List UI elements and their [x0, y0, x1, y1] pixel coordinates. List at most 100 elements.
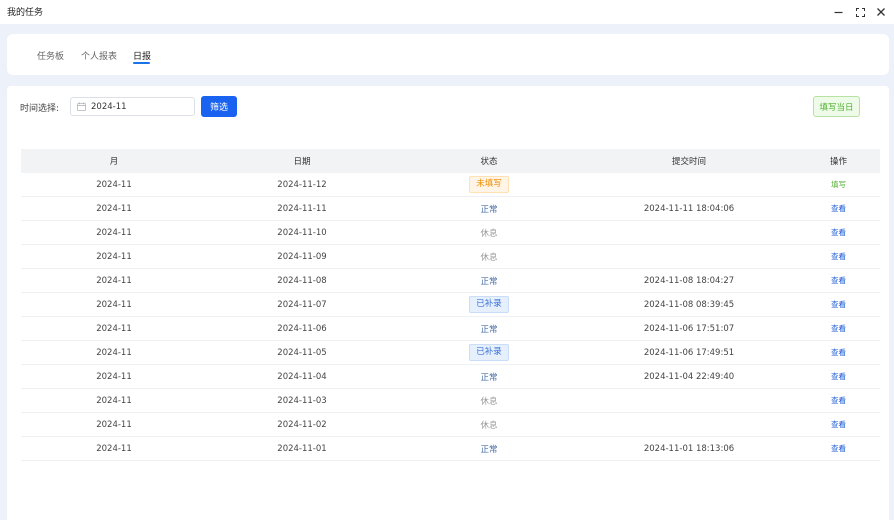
cell-month-text: 2024-11 — [96, 419, 132, 430]
cell-month: 2024-11 — [21, 396, 207, 406]
tab-daily-report[interactable]: 日报 — [133, 49, 151, 62]
cell-status: 正常 — [397, 203, 581, 215]
status-badge: 休息 — [480, 252, 498, 263]
tab-task-board[interactable]: 任务板 — [37, 49, 64, 62]
cell-month: 2024-11 — [21, 180, 207, 190]
cell-submit-time-text: 2024-11-06 17:49:51 — [643, 347, 735, 358]
cell-submit-time-text: 2024-11-08 08:39:45 — [643, 299, 735, 310]
cell-month: 2024-11 — [21, 204, 207, 214]
cell-status: 正常 — [397, 443, 581, 455]
cell-date: 2024-11-04 — [207, 372, 397, 382]
app-window: 我的任务 任务板 个人报表 日报 时间选择: 2024-11 筛选 填写当日 月… — [0, 0, 894, 520]
status-badge: 正常 — [480, 324, 498, 335]
cell-date-text: 2024-11-03 — [277, 395, 327, 406]
view-link[interactable]: 查看 — [831, 347, 846, 358]
cell-date: 2024-11-02 — [207, 420, 397, 430]
view-link[interactable]: 查看 — [831, 323, 846, 334]
cell-submit-time: 2024-11-04 22:49:40 — [581, 372, 797, 382]
cell-month: 2024-11 — [21, 324, 207, 334]
close-button[interactable] — [873, 4, 889, 20]
status-badge: 正常 — [480, 204, 498, 215]
cell-status: 休息 — [397, 251, 581, 263]
cell-month-text: 2024-11 — [96, 179, 132, 190]
cell-action: 查看 — [797, 227, 880, 238]
view-link[interactable]: 查看 — [831, 275, 846, 286]
cell-status: 休息 — [397, 419, 581, 431]
status-badge: 休息 — [480, 420, 498, 431]
fill-link[interactable]: 填写 — [831, 179, 846, 190]
cell-date: 2024-11-11 — [207, 204, 397, 214]
status-badge: 休息 — [480, 228, 498, 239]
cell-submit-time: 2024-11-06 17:51:07 — [581, 324, 797, 334]
view-link[interactable]: 查看 — [831, 203, 846, 214]
cell-month-text: 2024-11 — [96, 323, 132, 334]
cell-submit-time-text: 2024-11-11 18:04:06 — [643, 203, 735, 214]
cell-date: 2024-11-12 — [207, 180, 397, 190]
cell-date-text: 2024-11-05 — [277, 347, 327, 358]
cell-date-text: 2024-11-07 — [277, 299, 327, 310]
cell-date-text: 2024-11-01 — [277, 443, 327, 454]
header-date: 日期 — [293, 157, 311, 167]
cell-date: 2024-11-06 — [207, 324, 397, 334]
main-panel: 时间选择: 2024-11 筛选 填写当日 月 日期 状态 提交时间 操作 20… — [7, 86, 889, 520]
table-row: 2024-11 2024-11-05 已补录 2024-11-06 17:49:51 查… — [21, 341, 880, 365]
filter-button[interactable]: 筛选 — [201, 96, 237, 117]
view-link[interactable]: 查看 — [831, 395, 846, 406]
minimize-button[interactable] — [830, 4, 846, 20]
cell-submit-time: 2024-11-08 18:04:27 — [581, 276, 797, 286]
cell-submit-time-text: 2024-11-01 18:13:06 — [643, 443, 735, 454]
cell-status: 休息 — [397, 395, 581, 407]
window-title: 我的任务 — [7, 8, 44, 18]
view-link[interactable]: 查看 — [831, 443, 846, 454]
minimize-icon — [834, 11, 842, 13]
cell-month-text: 2024-11 — [96, 371, 132, 382]
maximize-button[interactable] — [852, 4, 868, 20]
time-select-label: 时间选择: — [20, 104, 60, 114]
cell-status: 已补录 — [397, 344, 581, 361]
status-badge: 休息 — [480, 396, 498, 407]
tab-personal-report[interactable]: 个人报表 — [81, 49, 117, 62]
cell-status: 未填写 — [397, 176, 581, 193]
header-status: 状态 — [480, 157, 498, 167]
cell-submit-time: 2024-11-11 18:04:06 — [581, 204, 797, 214]
cell-month: 2024-11 — [21, 228, 207, 238]
month-picker-input[interactable]: 2024-11 — [70, 97, 195, 116]
view-link[interactable]: 查看 — [831, 371, 846, 382]
table-row: 2024-11 2024-11-10 休息 查看 — [21, 221, 880, 245]
table-row: 2024-11 2024-11-08 正常 2024-11-08 18:04:27 查看 — [21, 269, 880, 293]
cell-action: 查看 — [797, 251, 880, 262]
fill-today-button[interactable]: 填写当日 — [813, 96, 860, 117]
status-badge: 已补录 — [469, 344, 509, 361]
cell-month: 2024-11 — [21, 300, 207, 310]
status-badge: 正常 — [480, 372, 498, 383]
table-header: 月 日期 状态 提交时间 操作 — [21, 149, 880, 173]
view-link[interactable]: 查看 — [831, 251, 846, 262]
view-link[interactable]: 查看 — [831, 299, 846, 310]
cell-month-text: 2024-11 — [96, 299, 132, 310]
status-badge: 未填写 — [469, 176, 509, 193]
cell-date: 2024-11-01 — [207, 444, 397, 454]
cell-month-text: 2024-11 — [96, 275, 132, 286]
view-link[interactable]: 查看 — [831, 419, 846, 430]
header-submit-time: 提交时间 — [671, 157, 706, 167]
cell-date: 2024-11-03 — [207, 396, 397, 406]
cell-month: 2024-11 — [21, 252, 207, 262]
cell-date-text: 2024-11-02 — [277, 419, 327, 430]
view-link[interactable]: 查看 — [831, 227, 846, 238]
daily-report-table: 月 日期 状态 提交时间 操作 2024-11 2024-11-12 未填写 填写 20… — [21, 149, 880, 461]
cell-action: 填写 — [797, 179, 880, 190]
cell-action: 查看 — [797, 299, 880, 310]
cell-date-text: 2024-11-12 — [277, 179, 327, 190]
cell-submit-time-text: 2024-11-08 18:04:27 — [643, 275, 735, 286]
cell-action: 查看 — [797, 395, 880, 406]
cell-date: 2024-11-07 — [207, 300, 397, 310]
header-month: 月 — [109, 157, 119, 167]
cell-month: 2024-11 — [21, 348, 207, 358]
cell-action: 查看 — [797, 443, 880, 454]
cell-submit-time: 2024-11-06 17:49:51 — [581, 348, 797, 358]
cell-date-text: 2024-11-10 — [277, 227, 327, 238]
cell-date-text: 2024-11-04 — [277, 371, 327, 382]
table-row: 2024-11 2024-11-12 未填写 填写 — [21, 173, 880, 197]
cell-month: 2024-11 — [21, 420, 207, 430]
cell-action: 查看 — [797, 275, 880, 286]
